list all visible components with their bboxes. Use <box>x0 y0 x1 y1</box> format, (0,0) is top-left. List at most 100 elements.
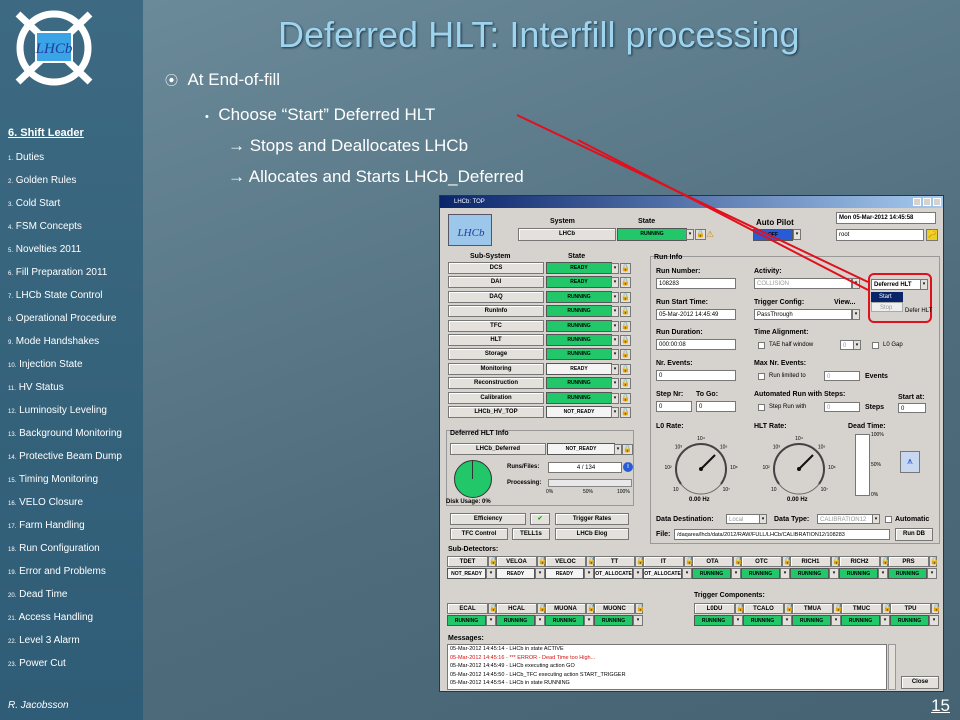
runlimited-field[interactable]: 0 <box>824 371 860 381</box>
chevron-down-icon[interactable]: ▾ <box>829 568 839 579</box>
file-field[interactable]: /daqarea/lhcb/data/2012/RAW/FULL/LHCb/CA… <box>674 529 890 540</box>
lock-icon[interactable]: 🔒 <box>620 407 631 418</box>
activity-field[interactable]: COLLISION <box>754 278 852 289</box>
detector-button-tcalo[interactable]: TCALO <box>743 603 784 614</box>
chevron-down-icon[interactable]: ▾ <box>611 378 619 390</box>
section-item[interactable]: 4. FSM Concepts <box>8 221 122 244</box>
lock-icon[interactable]: 🔒 <box>586 603 596 614</box>
detector-button-tpu[interactable]: TPU <box>890 603 931 614</box>
lock-icon[interactable]: 🔒 <box>537 603 547 614</box>
lock-icon[interactable]: 🔒 <box>929 556 939 567</box>
chevron-down-icon[interactable]: ▾ <box>878 568 888 579</box>
section-item[interactable]: 7. LHCb State Control <box>8 290 122 313</box>
section-item[interactable]: 1. Duties <box>8 152 122 175</box>
chevron-down-icon[interactable]: ▾ <box>852 309 860 320</box>
tae-field[interactable]: 0 <box>840 340 854 350</box>
subsystem-button-reconstruction[interactable]: Reconstruction <box>448 377 544 390</box>
lock-icon[interactable]: 🔒 <box>831 556 841 567</box>
chevron-down-icon[interactable]: ▾ <box>535 615 545 626</box>
lock-icon[interactable]: 🔒 <box>880 556 890 567</box>
detector-button-l0du[interactable]: L0DU <box>694 603 735 614</box>
chevron-down-icon[interactable]: ▾ <box>611 306 619 318</box>
detector-button-rich2[interactable]: RICH2 <box>839 556 880 567</box>
chevron-down-icon[interactable]: ▾ <box>782 615 792 626</box>
lock-icon[interactable]: 🔒 <box>735 603 745 614</box>
lock-icon[interactable]: 🔒 <box>620 335 631 346</box>
chevron-down-icon[interactable]: ▾ <box>686 229 694 240</box>
lock-icon[interactable]: 🔒 <box>931 603 941 614</box>
system-button[interactable]: LHCb <box>518 228 616 241</box>
chevron-down-icon[interactable]: ▾ <box>486 615 496 626</box>
chevron-down-icon[interactable]: ▾ <box>584 615 594 626</box>
detector-button-veloc[interactable]: VELOC <box>545 556 586 567</box>
autopilot-state[interactable]: OFF <box>753 229 793 241</box>
section-item[interactable]: 3. Cold Start <box>8 198 122 221</box>
detector-button-tdet[interactable]: TDET <box>447 556 488 567</box>
subsystem-button-calibration[interactable]: Calibration <box>448 391 544 404</box>
chevron-down-icon[interactable]: ▾ <box>611 291 619 303</box>
subsystem-button-storage[interactable]: Storage <box>448 348 544 361</box>
chevron-down-icon[interactable]: ▾ <box>611 407 619 418</box>
info-icon[interactable]: i <box>623 462 633 472</box>
detector-button-rich1[interactable]: RICH1 <box>790 556 831 567</box>
section-item[interactable]: 17. Farm Handling <box>8 520 122 543</box>
maximize-icon[interactable] <box>923 198 931 206</box>
detector-button-ota[interactable]: OTA <box>692 556 733 567</box>
chevron-down-icon[interactable]: ▾ <box>611 335 619 346</box>
trigger-rates-button[interactable]: Trigger Rates <box>555 513 629 525</box>
lock-icon[interactable]: 🔒 <box>620 392 631 404</box>
lock-icon[interactable]: 🔒 <box>635 603 645 614</box>
check-icon[interactable]: ✔ <box>530 513 550 525</box>
warning-icon[interactable]: ⚠ <box>706 229 714 240</box>
section-item[interactable]: 23. Power Cut <box>8 658 122 681</box>
deferred-name-button[interactable]: LHCb_Deferred <box>450 443 546 455</box>
lock-icon[interactable]: 🔒 <box>782 556 792 567</box>
lock-icon[interactable]: 🔒 <box>620 306 631 318</box>
chevron-down-icon[interactable]: ▾ <box>793 229 801 240</box>
deferred-hlt-select[interactable]: Deferred HLT <box>871 279 921 290</box>
tfc-control-button[interactable]: TFC Control <box>450 528 508 540</box>
section-item[interactable]: 12. Luminosity Leveling <box>8 405 122 428</box>
subsystem-button-daq[interactable]: DAQ <box>448 290 544 303</box>
startat-field[interactable]: 0 <box>898 403 926 413</box>
subsystem-button-dai[interactable]: DAI <box>448 276 544 289</box>
lock-icon[interactable]: 🔒 <box>733 556 743 567</box>
steprun-field[interactable]: 0 <box>824 402 860 412</box>
detector-button-muonc[interactable]: MUONC <box>594 603 635 614</box>
chevron-down-icon[interactable]: ▾ <box>611 277 619 289</box>
section-item[interactable]: 11. HV Status <box>8 382 122 405</box>
chevron-down-icon[interactable]: ▾ <box>880 615 890 626</box>
datadest-field[interactable]: Local <box>726 514 760 524</box>
lock-icon[interactable]: 🔒 <box>695 229 706 240</box>
detector-button-tmuc[interactable]: TMUC <box>841 603 882 614</box>
elog-button[interactable]: LHCb Elog <box>555 528 629 540</box>
key-icon[interactable]: 🔑 <box>926 229 938 241</box>
detector-button-tmua[interactable]: TMUA <box>792 603 833 614</box>
automatic-checkbox[interactable] <box>885 516 892 523</box>
section-item[interactable]: 6. Fill Preparation 2011 <box>8 267 122 290</box>
lock-icon[interactable]: 🔒 <box>586 556 596 567</box>
trigger-config-field[interactable]: PassThrough <box>754 309 852 320</box>
detector-button-otc[interactable]: OTC <box>741 556 782 567</box>
steprun-checkbox[interactable] <box>758 404 765 411</box>
subsystem-button-runinfo[interactable]: RunInfo <box>448 305 544 318</box>
chart-icon[interactable]: ⩚ <box>900 451 920 473</box>
detector-button-ecal[interactable]: ECAL <box>447 603 488 614</box>
chevron-down-icon[interactable]: ▾ <box>535 568 545 579</box>
lock-icon[interactable]: 🔒 <box>882 603 892 614</box>
section-item[interactable]: 19. Error and Problems <box>8 566 122 589</box>
chevron-down-icon[interactable]: ▾ <box>611 392 619 404</box>
efficiency-button[interactable]: Efficiency <box>450 513 526 525</box>
chevron-down-icon[interactable]: ▾ <box>611 363 619 375</box>
section-item[interactable]: 14. Protective Beam Dump <box>8 451 122 474</box>
section-item[interactable]: 15. Timing Monitoring <box>8 474 122 497</box>
detector-button-prs[interactable]: PRS <box>888 556 929 567</box>
tell1s-button[interactable]: TELL1s <box>512 528 550 540</box>
detector-button-it[interactable]: IT <box>643 556 684 567</box>
minimize-icon[interactable] <box>913 198 921 206</box>
lock-icon[interactable]: 🔒 <box>620 320 631 332</box>
chevron-down-icon[interactable]: ▾ <box>611 349 619 361</box>
chevron-down-icon[interactable]: ▾ <box>872 514 880 524</box>
view-button[interactable]: View... <box>834 299 855 306</box>
lock-icon[interactable]: 🔒 <box>488 556 498 567</box>
